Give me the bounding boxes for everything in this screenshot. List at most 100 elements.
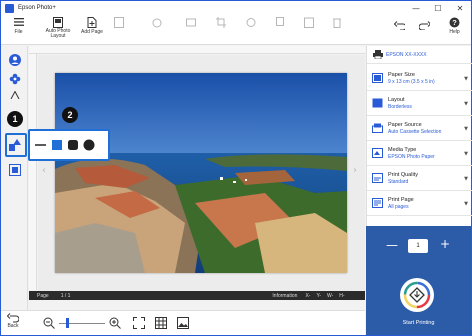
callout-1: 1 xyxy=(7,111,23,127)
left-toolbar xyxy=(1,46,28,310)
layout-value: Borderless xyxy=(388,104,412,110)
chevron-down-icon: ▼ xyxy=(464,76,468,82)
back-label: Back xyxy=(7,323,19,329)
paper-source-icon xyxy=(372,123,383,133)
zoom-in-button[interactable] xyxy=(109,317,121,329)
back-icon xyxy=(7,313,19,323)
media-type-setting[interactable]: Media Type EPSON Photo Paper ▼ xyxy=(367,142,472,166)
add-page-button[interactable]: Add Page xyxy=(81,16,103,35)
zoom-out-button[interactable] xyxy=(43,317,55,329)
page-label: Page xyxy=(37,292,49,299)
frame-icon xyxy=(8,163,21,176)
print-page-icon xyxy=(372,198,383,208)
shape-tool-highlight xyxy=(5,133,27,157)
photo-paper[interactable] xyxy=(55,73,347,273)
file-label: File xyxy=(14,29,23,35)
close-button[interactable]: ✕ xyxy=(449,1,471,15)
text-button[interactable] xyxy=(6,90,23,100)
callout-2: 2 xyxy=(62,107,78,123)
print-panel: — 1 + Start Printing xyxy=(366,226,471,335)
vertical-ruler xyxy=(29,54,37,290)
auto-layout-label: Auto Photo Layout xyxy=(45,28,71,39)
printer-icon xyxy=(373,50,383,59)
paper-source-value: Auto Cassette Selection xyxy=(388,129,442,135)
file-menu-button[interactable]: File xyxy=(13,16,24,35)
add-page-label: Add Page xyxy=(81,29,103,35)
editing-canvas[interactable]: ‹ › xyxy=(38,55,365,291)
copies-stepper: — 1 + xyxy=(366,236,471,256)
printer-name: EPSON XX-XXXX xyxy=(386,51,427,58)
square-icon xyxy=(52,140,62,150)
print-settings-panel: EPSON XX-XXXX Paper Size 9 x 13 cm (3.5 … xyxy=(366,46,472,226)
decrease-copies-button[interactable]: — xyxy=(386,238,398,252)
person-button[interactable] xyxy=(6,51,23,68)
x-coordinate: X- xyxy=(305,292,311,299)
paste-button[interactable] xyxy=(303,16,314,29)
undo-icon xyxy=(394,19,405,31)
filter-button[interactable] xyxy=(245,16,256,29)
next-page-arrow[interactable]: › xyxy=(353,165,357,176)
media-type-icon xyxy=(372,148,383,158)
paper-size-label: Paper Size xyxy=(388,72,415,78)
back-button[interactable]: Back xyxy=(7,313,19,329)
flip-button[interactable] xyxy=(185,16,196,29)
undo-button[interactable] xyxy=(394,19,405,32)
circle-shape-button[interactable] xyxy=(83,139,95,151)
stamp-button[interactable] xyxy=(6,70,23,87)
filter-icon xyxy=(245,16,256,28)
hamburger-menu-icon xyxy=(13,16,24,28)
harbor-photo[interactable] xyxy=(55,73,347,273)
paper-size-setting[interactable]: Paper Size 9 x 13 cm (3.5 x 5 in) ▼ xyxy=(367,67,472,91)
grid-button[interactable] xyxy=(155,317,167,329)
chevron-down-icon: ▼ xyxy=(464,151,468,157)
layout-label: Layout xyxy=(388,97,405,103)
information-label: Information xyxy=(272,292,298,299)
delete-page-icon xyxy=(113,16,124,28)
rounded-square-shape-button[interactable] xyxy=(68,140,78,150)
layout-setting[interactable]: Layout Borderless ▼ xyxy=(367,92,472,116)
page-indicator: 1 / 1 xyxy=(60,292,71,299)
paper-size-icon xyxy=(372,73,383,83)
print-quality-icon xyxy=(372,173,383,183)
delete-page-button[interactable] xyxy=(113,16,124,29)
redo-icon xyxy=(419,19,430,31)
image-icon xyxy=(177,317,189,329)
start-printing-label: Start Printing xyxy=(402,320,435,326)
printer-selector[interactable]: EPSON XX-XXXX xyxy=(367,46,472,64)
minimize-button[interactable]: — xyxy=(405,1,427,15)
frame-button[interactable] xyxy=(6,161,23,178)
print-page-setting[interactable]: Print Page All pages ▼ xyxy=(367,192,472,216)
crop-icon xyxy=(215,16,226,28)
flip-icon xyxy=(185,16,196,28)
print-quality-label: Print Quality xyxy=(388,172,418,178)
zoom-slider-thumb[interactable] xyxy=(66,318,69,328)
toolbar: File Auto Photo Layout Add Page ? Help xyxy=(1,15,471,45)
copies-input[interactable]: 1 xyxy=(408,239,428,253)
rotate-button[interactable] xyxy=(151,16,162,29)
square-shape-button[interactable] xyxy=(52,140,62,150)
rotate-icon xyxy=(151,16,162,28)
line-shape-button[interactable] xyxy=(33,137,47,153)
print-quality-setting[interactable]: Print Quality Standard ▼ xyxy=(367,167,472,191)
previous-page-arrow[interactable]: ‹ xyxy=(42,165,46,176)
help-button[interactable]: ? Help xyxy=(449,16,460,35)
start-printing-button[interactable] xyxy=(400,278,434,312)
paper-source-setting[interactable]: Paper Source Auto Cassette Selection ▼ xyxy=(367,117,472,141)
redo-button[interactable] xyxy=(419,19,430,32)
y-coordinate: Y- xyxy=(316,292,321,299)
delete-button[interactable] xyxy=(331,16,342,29)
help-icon: ? xyxy=(449,16,460,28)
copy-button[interactable] xyxy=(275,16,286,29)
print-quality-value: Standard xyxy=(388,179,409,185)
flower-icon xyxy=(9,73,20,84)
increase-copies-button[interactable]: + xyxy=(440,237,450,251)
rounded-square-icon xyxy=(68,140,78,150)
paper-size-value: 9 x 13 cm (3.5 x 5 in) xyxy=(388,79,435,85)
auto-photo-layout-button[interactable]: Auto Photo Layout xyxy=(43,16,73,39)
image-view-button[interactable] xyxy=(177,317,189,329)
fit-screen-button[interactable] xyxy=(133,317,145,329)
maximize-button[interactable]: ☐ xyxy=(427,1,449,15)
fit-screen-icon xyxy=(133,317,145,329)
crop-button[interactable] xyxy=(215,16,226,29)
chevron-down-icon: ▼ xyxy=(464,176,468,182)
